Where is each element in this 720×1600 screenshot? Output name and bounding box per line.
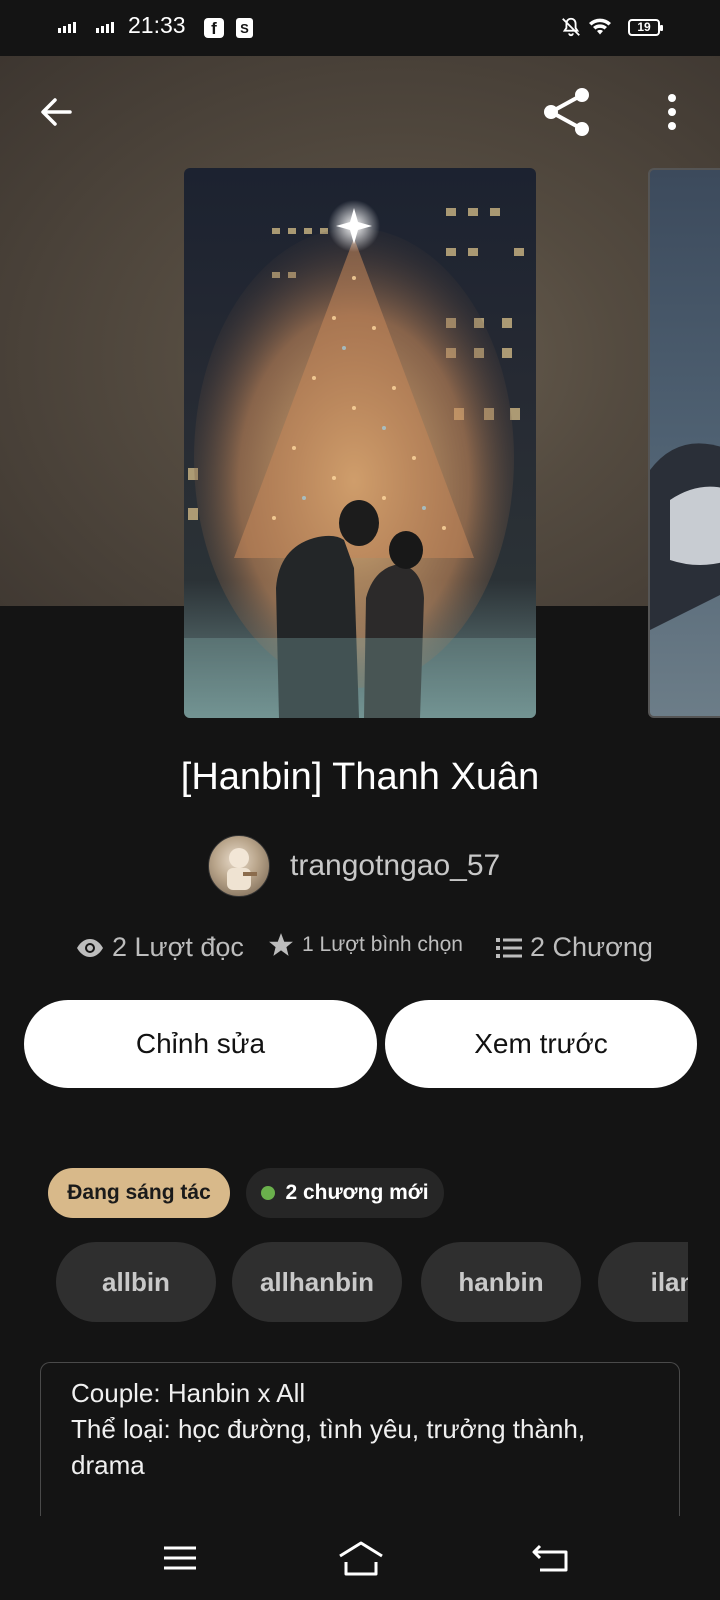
description-genres: Thể loại: học đường, tình yêu, trưởng th… — [71, 1414, 586, 1480]
tag-ilan[interactable]: ilan — [598, 1242, 688, 1322]
next-story-cover[interactable] — [648, 168, 720, 718]
status-badge-label: Đang sáng tác — [67, 1181, 211, 1204]
description-couple: Couple: Hanbin x All — [71, 1378, 306, 1408]
reads-stat: 2 Lượt đọc — [76, 932, 244, 963]
bell-off-icon — [562, 17, 580, 37]
facebook-icon: f — [204, 18, 224, 38]
star-icon — [269, 933, 293, 956]
story-title: [Hanbin] Thanh Xuân — [180, 756, 540, 798]
system-nav-bar — [0, 1516, 720, 1600]
back-nav-icon[interactable] — [530, 1538, 574, 1578]
avatar[interactable] — [208, 835, 270, 897]
wifi-icon — [589, 18, 611, 35]
story-description: Couple: Hanbin x All Thể loại: học đường… — [40, 1362, 680, 1522]
votes-count: 1 Lượt bình chọn — [302, 933, 463, 956]
share-icon[interactable] — [542, 86, 592, 138]
chapters-count: 2 Chương — [530, 932, 653, 962]
list-icon — [496, 937, 522, 958]
menu-icon[interactable] — [158, 1538, 202, 1578]
clock: 21:33 — [128, 12, 186, 38]
home-icon[interactable] — [336, 1538, 386, 1578]
tag-allhanbin[interactable]: allhanbin — [232, 1242, 402, 1322]
tag-list[interactable]: allbin allhanbin hanbin ilan — [56, 1242, 688, 1322]
new-indicator-dot — [261, 1186, 276, 1200]
shopee-icon: S — [236, 18, 253, 38]
edit-button[interactable]: Chỉnh sửa — [24, 1000, 377, 1088]
status-bar: 21:33 f S 19 — [0, 0, 720, 56]
chapters-stat: 2 Chương — [496, 932, 653, 963]
tag-allbin[interactable]: allbin — [56, 1242, 216, 1322]
arrow-left-icon[interactable] — [36, 92, 76, 132]
author-name[interactable]: trangotngao_57 — [290, 849, 500, 883]
more-vertical-icon[interactable] — [660, 92, 684, 132]
story-cover-image[interactable] — [184, 168, 536, 718]
battery-icon: 19 — [628, 19, 663, 36]
new-chapters-badge: 2 chương mới — [246, 1168, 444, 1218]
preview-button[interactable]: Xem trước — [385, 1000, 697, 1088]
status-badge: Đang sáng tác — [48, 1168, 230, 1218]
eye-icon — [77, 938, 103, 957]
new-chapters-label: 2 chương mới — [285, 1181, 429, 1204]
avatar-image — [227, 848, 257, 890]
author-row[interactable]: trangotngao_57 — [208, 835, 500, 897]
cover-illustration — [184, 200, 536, 718]
signal-icon — [96, 22, 114, 33]
votes-stat: 1 Lượt bình chọn — [268, 932, 463, 958]
signal-icon — [58, 22, 76, 33]
reads-count: 2 Lượt đọc — [112, 932, 244, 962]
story-stats: 2 Lượt đọc 1 Lượt bình chọn 2 Chương — [0, 932, 720, 972]
tag-hanbin[interactable]: hanbin — [421, 1242, 581, 1322]
next-cover-illustration — [650, 443, 720, 630]
